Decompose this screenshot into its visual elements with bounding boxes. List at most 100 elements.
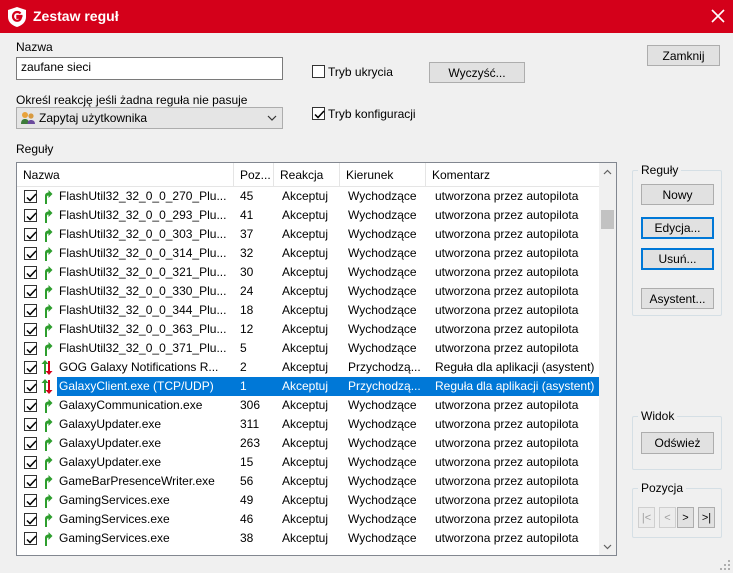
rule-reaction: Akceptuj: [282, 189, 329, 203]
scroll-down-button[interactable]: [599, 538, 616, 555]
hidden-mode-label: Tryb ukrycia: [328, 65, 393, 79]
rule-comment: Reguła dla aplikacji (asystent): [435, 379, 595, 393]
chevron-down-icon: [267, 115, 277, 121]
rule-enabled-checkbox[interactable]: [24, 475, 37, 488]
previous-position-button[interactable]: <: [659, 507, 676, 528]
rule-name: GalaxyClient.exe (TCP/UDP): [59, 379, 214, 393]
vertical-scrollbar[interactable]: [599, 163, 616, 555]
scroll-up-button[interactable]: [599, 163, 616, 180]
rule-position: 15: [240, 455, 254, 469]
rule-reaction: Akceptuj: [282, 284, 329, 298]
rule-enabled-checkbox[interactable]: [24, 190, 37, 203]
clear-button[interactable]: Wyczyść...: [429, 62, 525, 83]
config-mode-checkbox[interactable]: [312, 107, 325, 120]
rule-enabled-checkbox[interactable]: [24, 228, 37, 241]
column-header-direction[interactable]: Kierunek: [340, 163, 426, 187]
table-row[interactable]: FlashUtil32_32_0_0_371_Plu... 5 Akceptuj Wy…: [17, 339, 600, 358]
rule-enabled-checkbox[interactable]: [24, 304, 37, 317]
rule-direction: Przychodzą...: [348, 379, 421, 393]
last-position-button[interactable]: >|: [698, 507, 715, 528]
checkmark-icon: [26, 459, 37, 468]
rule-comment: utworzona przez autopilota: [435, 512, 579, 526]
rule-enabled-checkbox[interactable]: [24, 266, 37, 279]
delete-rule-button[interactable]: Usuń...: [641, 248, 714, 270]
name-field[interactable]: zaufane sieci: [16, 57, 283, 80]
rule-reaction: Akceptuj: [282, 531, 329, 545]
table-row[interactable]: GamingServices.exe 46 Akceptuj Wychodzące ut…: [17, 510, 600, 529]
table-row[interactable]: GameBarPresenceWriter.exe 56 Akceptuj Wycho…: [17, 472, 600, 491]
table-row[interactable]: FlashUtil32_32_0_0_293_Plu... 41 Akceptuj W…: [17, 206, 600, 225]
rule-enabled-checkbox[interactable]: [24, 456, 37, 469]
table-row[interactable]: FlashUtil32_32_0_0_363_Plu... 12 Akceptuj W…: [17, 320, 600, 339]
title-bar: Zestaw reguł: [0, 0, 733, 33]
table-header: Nazwa Poz... Reakcja Kierunek Komentarz: [17, 163, 600, 187]
rule-enabled-checkbox[interactable]: [24, 494, 37, 507]
rule-name: GalaxyUpdater.exe: [59, 436, 162, 450]
close-button[interactable]: Zamknij: [647, 45, 720, 66]
column-header-comment[interactable]: Komentarz: [426, 163, 600, 187]
rule-enabled-checkbox[interactable]: [24, 342, 37, 355]
rule-enabled-checkbox[interactable]: [24, 418, 37, 431]
table-row[interactable]: FlashUtil32_32_0_0_270_Plu... 45 Akceptuj W…: [17, 187, 600, 206]
rule-enabled-checkbox[interactable]: [24, 532, 37, 545]
table-row[interactable]: GalaxyCommunication.exe 306 Akceptuj Wychod…: [17, 396, 600, 415]
rule-enabled-checkbox[interactable]: [24, 513, 37, 526]
table-row[interactable]: GalaxyUpdater.exe 15 Akceptuj Wychodzące utw…: [17, 453, 600, 472]
column-header-position[interactable]: Poz...: [234, 163, 274, 187]
rule-enabled-checkbox[interactable]: [24, 247, 37, 260]
default-reaction-dropdown[interactable]: Zapytaj użytkownika: [16, 107, 283, 129]
table-row[interactable]: GalaxyUpdater.exe 311 Akceptuj Wychodzące ut…: [17, 415, 600, 434]
table-row[interactable]: GOG Galaxy Notifications R... 2 Akceptuj Pr…: [17, 358, 600, 377]
refresh-button[interactable]: Odśwież: [641, 432, 714, 454]
rule-reaction: Akceptuj: [282, 436, 329, 450]
rule-position: 37: [240, 227, 254, 241]
rule-direction: Wychodzące: [348, 417, 417, 431]
table-row[interactable]: FlashUtil32_32_0_0_321_Plu... 30 Akceptuj W…: [17, 263, 600, 282]
column-header-reaction[interactable]: Reakcja: [274, 163, 340, 187]
next-position-button[interactable]: >: [677, 507, 694, 528]
checkmark-icon: [26, 516, 37, 525]
table-row[interactable]: GalaxyUpdater.exe 263 Akceptuj Wychodzące ut…: [17, 434, 600, 453]
table-row[interactable]: GamingServices.exe 38 Akceptuj Wychodzące ut…: [17, 529, 600, 548]
close-icon[interactable]: [709, 7, 727, 25]
rule-position: 49: [240, 493, 254, 507]
hidden-mode-checkbox[interactable]: [312, 65, 325, 78]
rule-direction: Przychodzą...: [348, 360, 421, 374]
rules-table[interactable]: Nazwa Poz... Reakcja Kierunek Komentarz …: [16, 162, 617, 556]
new-rule-button[interactable]: Nowy: [641, 184, 714, 205]
rule-enabled-checkbox[interactable]: [24, 209, 37, 222]
rule-enabled-checkbox[interactable]: [24, 285, 37, 298]
rule-comment: utworzona przez autopilota: [435, 398, 579, 412]
rule-enabled-checkbox[interactable]: [24, 361, 37, 374]
first-position-button[interactable]: |<: [638, 507, 655, 528]
rule-position: 38: [240, 531, 254, 545]
column-header-name[interactable]: Nazwa: [17, 163, 234, 187]
table-row[interactable]: FlashUtil32_32_0_0_330_Plu... 24 Akceptuj W…: [17, 282, 600, 301]
rule-enabled-checkbox[interactable]: [24, 380, 37, 393]
table-row[interactable]: GalaxyClient.exe (TCP/UDP) 1 Akceptuj Przyc…: [17, 377, 600, 396]
green-arrow-icon: [40, 207, 54, 224]
table-row[interactable]: FlashUtil32_32_0_0_344_Plu... 18 Akceptuj W…: [17, 301, 600, 320]
edit-rule-button[interactable]: Edycja...: [641, 217, 714, 239]
table-row[interactable]: GamingServices.exe 49 Akceptuj Wychodzące ut…: [17, 491, 600, 510]
table-row[interactable]: FlashUtil32_32_0_0_314_Plu... 32 Akceptuj W…: [17, 244, 600, 263]
table-row[interactable]: FlashUtil32_32_0_0_303_Plu... 37 Akceptuj W…: [17, 225, 600, 244]
wizard-button[interactable]: Asystent...: [641, 288, 714, 309]
rule-name: GameBarPresenceWriter.exe: [59, 474, 215, 488]
config-mode-label: Tryb konfiguracji: [328, 107, 416, 121]
rule-enabled-checkbox[interactable]: [24, 323, 37, 336]
rule-reaction: Akceptuj: [282, 265, 329, 279]
default-reaction-label: Określ reakcję jeśli żadna reguła nie pa…: [16, 93, 248, 107]
rule-enabled-checkbox[interactable]: [24, 399, 37, 412]
rule-reaction: Akceptuj: [282, 398, 329, 412]
rule-enabled-checkbox[interactable]: [24, 437, 37, 450]
rule-reaction: Akceptuj: [282, 474, 329, 488]
rule-position: 45: [240, 189, 254, 203]
bidirectional-arrows-icon: [40, 359, 54, 376]
rule-position: 5: [240, 341, 247, 355]
scroll-thumb[interactable]: [601, 210, 614, 229]
checkmark-icon: [26, 440, 37, 449]
checkmark-icon: [26, 421, 37, 430]
resize-grip-icon[interactable]: [719, 559, 731, 571]
rule-name: FlashUtil32_32_0_0_270_Plu...: [59, 189, 227, 203]
